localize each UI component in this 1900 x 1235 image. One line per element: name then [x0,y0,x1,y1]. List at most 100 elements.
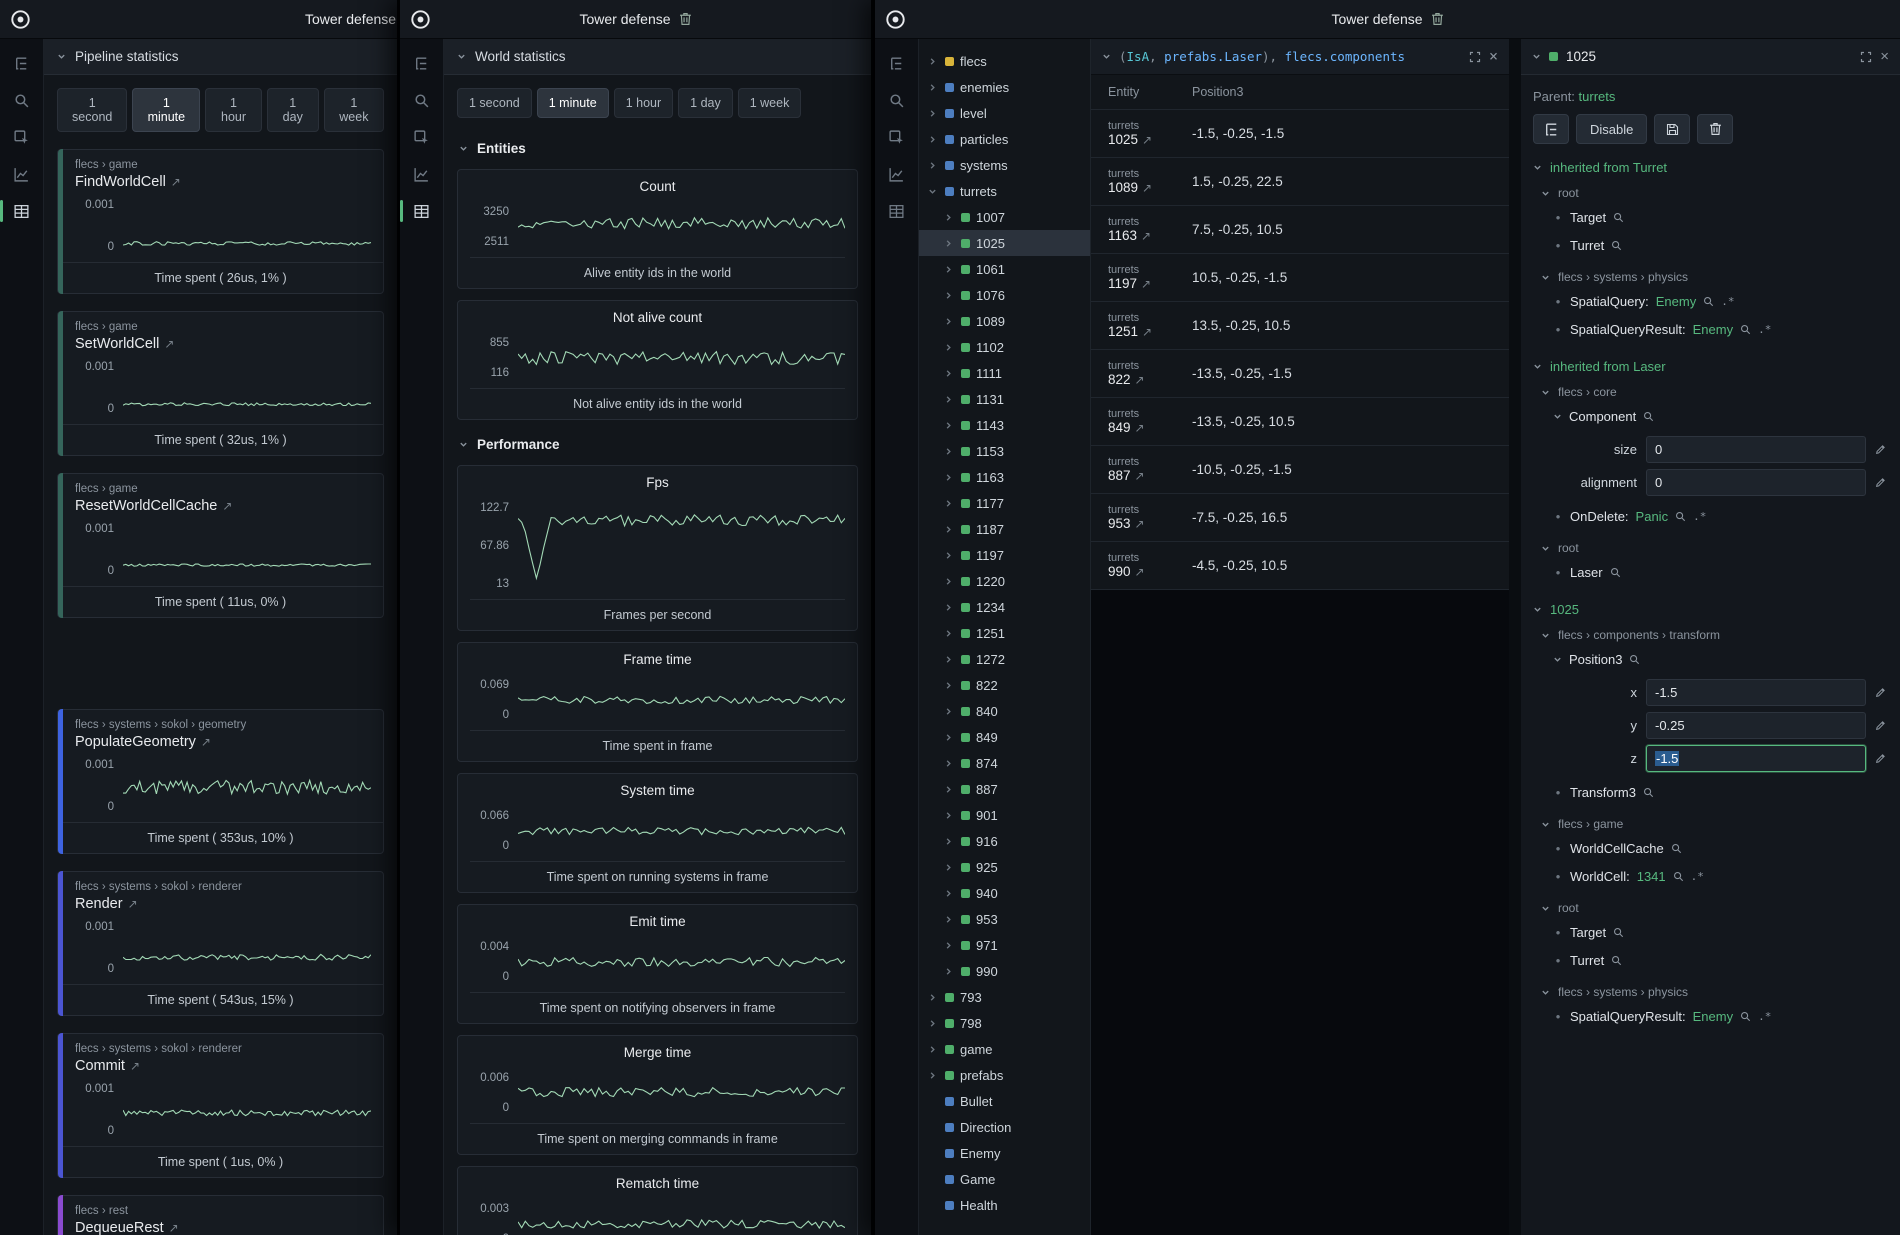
edit-icon[interactable] [1875,477,1886,488]
search-icon[interactable] [1611,955,1622,966]
chevron-down-icon[interactable] [1541,904,1550,913]
entity-link[interactable]: Commit [75,1058,125,1074]
inspector-section[interactable]: inherited from Turret [1533,160,1888,175]
time-range-button[interactable]: 1 hour [614,88,673,118]
query-result-row[interactable]: turrets1089↗1.5, -0.25, 22.5 [1091,158,1509,206]
open-entity-icon[interactable]: ↗ [164,337,174,351]
entity-link[interactable]: 1089 [1108,180,1138,195]
time-range-button[interactable]: 1 minute [537,88,609,118]
chevron-down-icon[interactable] [459,440,468,449]
edit-icon[interactable] [1875,753,1886,764]
tree-item-game[interactable]: game [919,1036,1090,1062]
query-expression[interactable]: (IsA, prefabs.Laser), flecs.components [1119,49,1405,64]
entity-link[interactable]: FindWorldCell [75,174,166,190]
component-group[interactable]: flecs › systems › physics [1541,985,1888,999]
chevron-down-icon[interactable] [1541,988,1550,997]
tree-item-916[interactable]: 916 [919,828,1090,854]
close-icon[interactable]: × [1489,49,1498,64]
search-icon[interactable] [1675,511,1686,522]
time-range-button[interactable]: 1 minute [132,88,200,132]
expand-icon[interactable] [1469,51,1481,63]
tree-item-1251[interactable]: 1251 [919,620,1090,646]
component-group[interactable]: root [1541,186,1888,200]
component-row[interactable]: •Laser [1531,558,1888,586]
tree-item-1163[interactable]: 1163 [919,464,1090,490]
open-entity-icon[interactable]: ↗ [169,1221,179,1235]
chevron-down-icon[interactable] [1553,412,1562,421]
tree-item-1177[interactable]: 1177 [919,490,1090,516]
tree-item-Game[interactable]: Game [919,1166,1090,1192]
tree-item-1025[interactable]: 1025 [919,230,1090,256]
query-result-row[interactable]: turrets822↗-13.5, -0.25, -1.5 [1091,350,1509,398]
component-row[interactable]: •Target [1531,203,1888,231]
chevron-down-icon[interactable] [1541,388,1550,397]
tree-item-798[interactable]: 798 [919,1010,1090,1036]
search-icon[interactable] [1740,1011,1751,1022]
edit-icon[interactable] [1875,720,1886,731]
tree-item-enemies[interactable]: enemies [919,74,1090,100]
time-range-button[interactable]: 1 day [678,88,733,118]
open-entity-icon[interactable]: ↗ [1135,421,1145,435]
inspect-tool[interactable] [5,123,39,151]
inspect-tool[interactable] [405,123,439,151]
search-icon[interactable] [1629,654,1640,665]
component-group[interactable]: root [1541,901,1888,915]
entity-link[interactable]: 849 [1108,420,1131,435]
tree-item-990[interactable]: 990 [919,958,1090,984]
search-icon[interactable] [1610,567,1621,578]
chevron-down-icon[interactable] [1532,52,1541,61]
open-entity-icon[interactable]: ↗ [1142,325,1152,339]
tables-tool[interactable] [880,197,914,225]
tree-item-822[interactable]: 822 [919,672,1090,698]
search-tool[interactable] [5,86,39,114]
delete-world-icon[interactable] [1431,12,1444,26]
tree-item-1143[interactable]: 1143 [919,412,1090,438]
tree-item-prefabs[interactable]: prefabs [919,1062,1090,1088]
statistics-tool[interactable] [880,160,914,188]
tree-item-1220[interactable]: 1220 [919,568,1090,594]
open-entity-icon[interactable]: ↗ [1141,277,1151,291]
tree-item-1111[interactable]: 1111 [919,360,1090,386]
tree-item-901[interactable]: 901 [919,802,1090,828]
search-icon[interactable] [1613,927,1624,938]
expand-icon[interactable] [1860,51,1872,63]
component-group[interactable]: flecs › components › transform [1541,628,1888,642]
entity-link[interactable]: 1163 [1108,228,1137,243]
tree-item-1187[interactable]: 1187 [919,516,1090,542]
query-result-row[interactable]: turrets887↗-10.5, -0.25, -1.5 [1091,446,1509,494]
field-input-z[interactable]: -1.5 [1646,745,1866,772]
tree-item-flecs[interactable]: flecs [919,48,1090,74]
panel-header[interactable]: World statistics [444,39,871,75]
tree-item-1197[interactable]: 1197 [919,542,1090,568]
chevron-down-icon[interactable] [1533,362,1542,371]
search-icon[interactable] [1611,240,1622,251]
tree-item-Health[interactable]: Health [919,1192,1090,1218]
entity-link[interactable]: PopulateGeometry [75,734,196,750]
search-icon[interactable] [1740,324,1751,335]
entity-link[interactable]: 887 [1108,468,1131,483]
tree-item-level[interactable]: level [919,100,1090,126]
entity-link[interactable]: 990 [1108,564,1131,579]
component-row[interactable]: •OnDelete:Panic.* [1531,502,1888,530]
open-entity-icon[interactable]: ↗ [1142,181,1152,195]
tree-item-1061[interactable]: 1061 [919,256,1090,282]
component-group[interactable]: root [1541,541,1888,555]
search-icon[interactable] [1643,411,1654,422]
panel-header[interactable]: Pipeline statistics [44,39,397,75]
time-range-button[interactable]: 1 second [457,88,532,118]
chevron-down-icon[interactable] [1541,273,1550,282]
open-entity-icon[interactable]: ↗ [1135,517,1145,531]
chevron-down-icon[interactable] [459,144,468,153]
tree-item-1102[interactable]: 1102 [919,334,1090,360]
open-entity-icon[interactable]: ↗ [1141,229,1151,243]
query-result-row[interactable]: turrets849↗-13.5, -0.25, 10.5 [1091,398,1509,446]
time-range-button[interactable]: 1 week [738,88,802,118]
field-input-alignment[interactable]: 0 [1646,469,1866,496]
query-result-row[interactable]: turrets990↗-4.5, -0.25, 10.5 [1091,542,1509,590]
component-row[interactable]: •Transform3 [1531,778,1888,806]
search-icon[interactable] [1671,843,1682,854]
section-header[interactable]: Performance [457,431,858,454]
tree-item-particles[interactable]: particles [919,126,1090,152]
tree-view-button[interactable] [1533,114,1569,144]
field-input-x[interactable]: -1.5 [1646,679,1866,706]
